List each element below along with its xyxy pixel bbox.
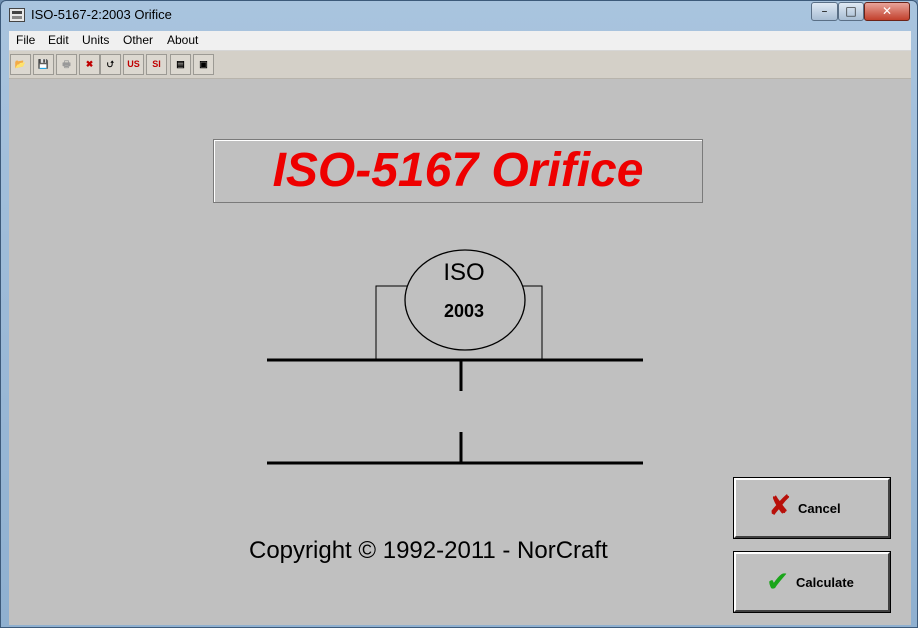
calculate-label: Calculate <box>796 575 854 590</box>
copyright-text: Copyright © 1992-2011 - NorCraft <box>249 537 608 564</box>
app-icon[interactable] <box>9 8 25 22</box>
menu-units[interactable]: Units <box>82 33 109 47</box>
title-banner: ISO-5167 Orifice <box>213 139 703 203</box>
red-x-icon: ✘ <box>768 489 792 522</box>
menu-bar: File Edit Units Other About <box>9 31 911 51</box>
disk-icon[interactable]: ▣ <box>193 54 214 75</box>
orifice-diagram: ISO 2003 <box>259 237 659 477</box>
menu-other[interactable]: Other <box>123 33 153 47</box>
menu-about[interactable]: About <box>167 33 198 47</box>
calculate-button[interactable]: ✔ Calculate <box>734 552 890 612</box>
client-area: File Edit Units Other About 📂 💾 🖶 ✖ ⮍ US SI ▤ ▣ … <box>9 31 911 625</box>
green-check-icon: ✔ <box>766 565 790 598</box>
banner-title: ISO-5167 Orifice <box>272 144 644 197</box>
cancel-button[interactable]: ✘ Cancel <box>734 478 890 538</box>
logo-iso-text: ISO <box>443 259 485 286</box>
print-icon[interactable]: 🖶 <box>56 54 77 75</box>
minimize-button[interactable]: – <box>811 2 838 21</box>
window-title: ISO-5167-2:2003 Orifice <box>31 7 172 22</box>
chart-icon[interactable]: ▤ <box>170 54 191 75</box>
delete-icon[interactable]: ✖ <box>79 54 100 75</box>
title-bar[interactable]: ISO-5167-2:2003 Orifice – □ ✕ <box>1 1 917 31</box>
menu-edit[interactable]: Edit <box>48 33 69 47</box>
us-units-icon[interactable]: US <box>123 54 144 75</box>
menu-file[interactable]: File <box>16 33 35 47</box>
si-units-icon[interactable]: SI <box>146 54 167 75</box>
logo-year-text: 2003 <box>443 301 485 321</box>
app-window: ISO-5167-2:2003 Orifice – □ ✕ File Edit … <box>0 0 918 628</box>
maximize-button[interactable]: □ <box>838 2 864 21</box>
splash-panel: ISO-5167 Orifice ISO 2003 Copyright © 19… <box>9 79 911 625</box>
toolbar: 📂 💾 🖶 ✖ ⮍ US SI ▤ ▣ <box>9 51 911 79</box>
open-icon[interactable]: 📂 <box>10 54 31 75</box>
folder-up-icon[interactable]: ⮍ <box>100 54 121 75</box>
cancel-label: Cancel <box>798 501 841 516</box>
save-icon[interactable]: 💾 <box>33 54 54 75</box>
close-button[interactable]: ✕ <box>864 2 910 21</box>
